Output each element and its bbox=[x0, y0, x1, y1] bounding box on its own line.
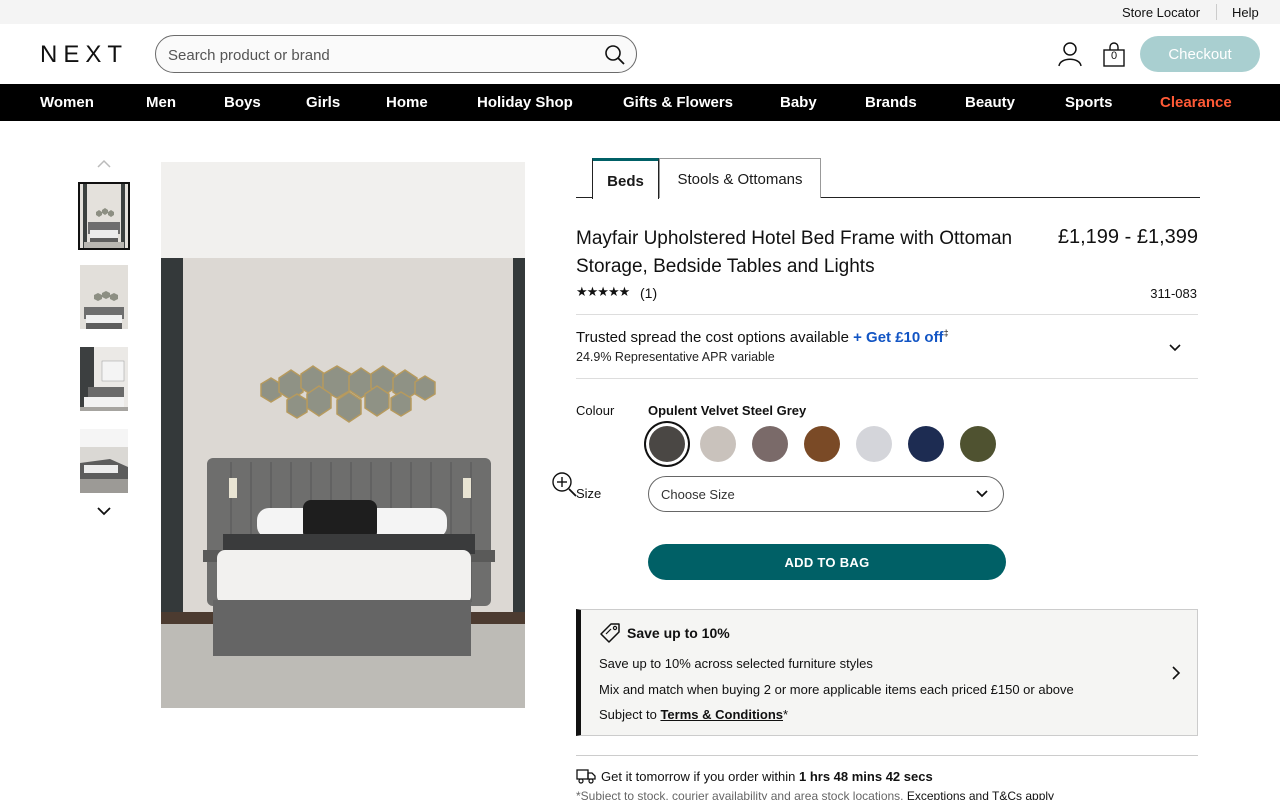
site-header: NEXT 0 Checkout bbox=[0, 24, 1280, 84]
promo-terms-suffix: * bbox=[783, 707, 789, 722]
divider bbox=[576, 314, 1198, 315]
next-logo[interactable]: NEXT bbox=[40, 41, 128, 69]
bag-count: 0 bbox=[1110, 50, 1118, 62]
promo-terms: Subject to Terms & Conditions* bbox=[599, 707, 788, 722]
main-product-image[interactable] bbox=[161, 162, 525, 708]
price-tag-icon bbox=[600, 623, 620, 643]
thumbnails-down-chevron-icon[interactable] bbox=[96, 505, 112, 517]
colour-label: Colour bbox=[576, 403, 615, 418]
nav-home[interactable]: Home bbox=[386, 94, 428, 111]
selected-colour-name: Opulent Velvet Steel Grey bbox=[648, 403, 807, 418]
thumbnails-up-chevron-icon[interactable] bbox=[96, 158, 112, 170]
get-10-off-link[interactable]: + Get £10 off bbox=[853, 329, 943, 346]
finance-chevron-down-icon[interactable] bbox=[1168, 343, 1182, 353]
divider bbox=[576, 755, 1198, 756]
delivery-note: *Subject to stock, courier availability … bbox=[576, 789, 1054, 800]
delivery-prefix: Get it tomorrow if you order within bbox=[601, 769, 796, 784]
account-icon[interactable] bbox=[1058, 41, 1082, 67]
promo-terms-prefix: Subject to bbox=[599, 707, 657, 722]
search-icon[interactable] bbox=[604, 44, 626, 66]
colour-swatch[interactable] bbox=[960, 426, 996, 462]
size-label: Size bbox=[576, 486, 602, 501]
chevron-down-icon bbox=[976, 490, 988, 498]
promo-line: Mix and match when buying 2 or more appl… bbox=[599, 682, 1074, 697]
size-select-value: Choose Size bbox=[661, 487, 735, 502]
review-count[interactable]: (1) bbox=[640, 285, 657, 301]
finance-text[interactable]: Trusted spread the cost options availabl… bbox=[576, 328, 949, 346]
size-select[interactable]: Choose Size bbox=[648, 476, 1004, 512]
promo-title: Save up to 10% bbox=[627, 625, 730, 641]
finance-footnote-marker: ‡ bbox=[943, 328, 949, 338]
colour-swatch[interactable] bbox=[908, 426, 944, 462]
nav-women[interactable]: Women bbox=[40, 94, 94, 111]
thumbnail-2[interactable] bbox=[80, 265, 128, 329]
help-link[interactable]: Help bbox=[1232, 5, 1259, 20]
utility-divider bbox=[1216, 4, 1217, 20]
utility-bar: Store Locator Help bbox=[0, 0, 1280, 24]
nav-holiday-shop[interactable]: Holiday Shop bbox=[477, 94, 573, 111]
tab-beds[interactable]: Beds bbox=[592, 158, 659, 199]
thumbnail-1[interactable] bbox=[78, 182, 130, 250]
rating-stars-icon[interactable]: ★★★★★ bbox=[576, 284, 630, 300]
tab-stools-ottomans[interactable]: Stools & Ottomans bbox=[659, 158, 821, 198]
delivery-truck-icon bbox=[576, 769, 596, 784]
colour-swatch-steel-grey[interactable] bbox=[649, 426, 685, 462]
product-price: £1,199 - £1,399 bbox=[1057, 226, 1198, 248]
search-input[interactable] bbox=[168, 44, 588, 66]
product-title: Mayfair Upholstered Hotel Bed Frame with… bbox=[576, 228, 1013, 277]
delivery-note-text: *Subject to stock, courier availability … bbox=[576, 789, 904, 800]
divider bbox=[576, 378, 1198, 379]
nav-beauty[interactable]: Beauty bbox=[965, 94, 1015, 111]
nav-gifts-flowers[interactable]: Gifts & Flowers bbox=[623, 94, 733, 111]
nav-sports[interactable]: Sports bbox=[1065, 94, 1113, 111]
store-locator-link[interactable]: Store Locator bbox=[1122, 5, 1200, 20]
nav-boys[interactable]: Boys bbox=[224, 94, 261, 111]
exceptions-tcs-link[interactable]: Exceptions and T&Cs apply bbox=[907, 789, 1054, 800]
item-code: 311-083 bbox=[1150, 286, 1197, 301]
colour-swatch[interactable] bbox=[752, 426, 788, 462]
zoom-icon[interactable] bbox=[551, 471, 577, 497]
delivery-countdown-time: 1 hrs 48 mins 42 secs bbox=[798, 769, 933, 784]
main-navigation: Women Men Boys Girls Home Holiday Shop G… bbox=[0, 84, 1280, 121]
colour-swatch[interactable] bbox=[700, 426, 736, 462]
promo-line: Save up to 10% across selected furniture… bbox=[599, 656, 873, 671]
finance-apr: 24.9% Representative APR variable bbox=[576, 350, 775, 364]
nav-clearance[interactable]: Clearance bbox=[1160, 94, 1232, 111]
thumbnail-3[interactable] bbox=[80, 347, 128, 411]
add-to-bag-button[interactable]: ADD TO BAG bbox=[648, 544, 1006, 580]
chevron-right-icon[interactable] bbox=[1171, 665, 1181, 681]
nav-brands[interactable]: Brands bbox=[865, 94, 917, 111]
colour-swatch[interactable] bbox=[804, 426, 840, 462]
nav-baby[interactable]: Baby bbox=[780, 94, 817, 111]
colour-swatch[interactable] bbox=[856, 426, 892, 462]
nav-men[interactable]: Men bbox=[146, 94, 176, 111]
terms-conditions-link[interactable]: Terms & Conditions bbox=[660, 707, 783, 722]
delivery-countdown: Get it tomorrow if you order within 1 hr… bbox=[601, 769, 933, 784]
nav-girls[interactable]: Girls bbox=[306, 94, 340, 111]
finance-label: Trusted spread the cost options availabl… bbox=[576, 329, 849, 346]
thumbnail-4[interactable] bbox=[80, 429, 128, 493]
search-box[interactable] bbox=[155, 35, 637, 73]
promo-panel[interactable]: Save up to 10% Save up to 10% across sel… bbox=[576, 609, 1198, 736]
checkout-button[interactable]: Checkout bbox=[1140, 36, 1260, 72]
